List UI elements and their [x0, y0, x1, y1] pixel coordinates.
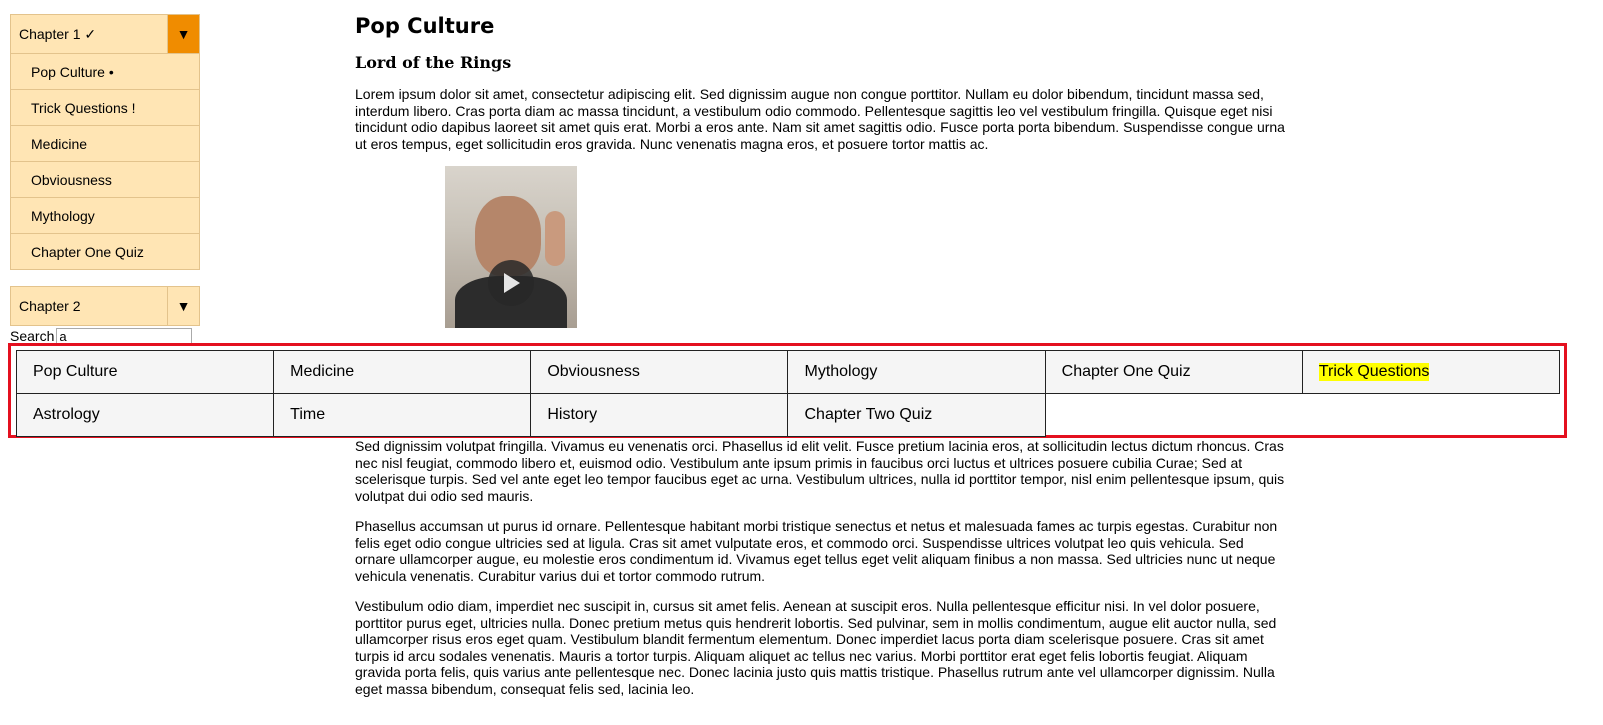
search-result-medicine[interactable]: Medicine — [273, 350, 532, 394]
chapter-1-title[interactable]: Chapter 1 ✓ — [10, 14, 168, 54]
play-button[interactable] — [488, 260, 534, 306]
chapter-2-title[interactable]: Chapter 2 — [10, 286, 168, 326]
chapter-2-toggle-button[interactable]: ▼ — [168, 286, 200, 326]
search-result-label: Obviousness — [547, 363, 640, 380]
search-result-history[interactable]: History — [530, 393, 789, 437]
sidebar-item-trick-questions[interactable]: Trick Questions ! — [10, 90, 200, 126]
search-result-label: Pop Culture — [33, 363, 118, 380]
sidebar-item-pop-culture[interactable]: Pop Culture • — [10, 54, 200, 90]
search-result-label: Mythology — [804, 363, 878, 380]
search-result-mythology[interactable]: Mythology — [787, 350, 1046, 394]
chapter-sidebar: Chapter 1 ✓ ▼ Pop Culture • Trick Questi… — [10, 14, 200, 345]
sidebar-item-mythology[interactable]: Mythology — [10, 198, 200, 234]
sidebar-item-chapter-one-quiz[interactable]: Chapter One Quiz — [10, 234, 200, 270]
paragraph: Vestibulum odio diam, imperdiet nec susc… — [355, 598, 1277, 697]
page: Chapter 1 ✓ ▼ Pop Culture • Trick Questi… — [0, 0, 1603, 725]
chapter-1-toggle-button[interactable]: ▼ — [168, 14, 200, 54]
search-result-trick-questions[interactable]: Trick Questions — [1301, 350, 1560, 394]
search-result-pop-culture[interactable]: Pop Culture — [16, 350, 275, 394]
chevron-down-icon: ▼ — [176, 26, 191, 42]
search-result-label: History — [547, 406, 598, 423]
section-title: Lord of the Rings — [355, 53, 512, 72]
paragraph: Phasellus accumsan ut purus id ornare. P… — [355, 518, 1278, 584]
video-thumbnail-hand — [545, 211, 565, 266]
search-result-label: Astrology — [33, 406, 100, 423]
sidebar-item-obviousness[interactable]: Obviousness — [10, 162, 200, 198]
search-input[interactable] — [56, 327, 193, 345]
search-result-label: Chapter One Quiz — [1061, 363, 1191, 380]
chapter-2-header: Chapter 2 ▼ — [10, 286, 200, 326]
search-result-obviousness[interactable]: Obviousness — [530, 350, 789, 394]
search-result-label: Medicine — [290, 363, 355, 380]
page-title: Pop Culture — [355, 14, 495, 38]
chevron-down-icon: ▼ — [176, 298, 191, 314]
search-result-label-highlighted: Trick Questions — [1318, 363, 1430, 381]
search-result-chapter-two-quiz[interactable]: Chapter Two Quiz — [787, 393, 1046, 437]
chapter-1-header: Chapter 1 ✓ ▼ — [10, 14, 200, 54]
search-result-astrology[interactable]: Astrology — [16, 393, 275, 437]
video-player[interactable] — [445, 166, 577, 328]
main-content: Pop Culture Lord of the Rings Lorem ipsu… — [355, 0, 1285, 328]
search-result-time[interactable]: Time — [273, 393, 532, 437]
paragraph: Sed dignissim volutpat fringilla. Vivamu… — [355, 438, 1285, 504]
paragraph: Lorem ipsum dolor sit amet, consectetur … — [355, 86, 1285, 152]
search-results-panel: Pop Culture Medicine Obviousness Mytholo… — [8, 343, 1567, 438]
search-results-grid: Pop Culture Medicine Obviousness Mytholo… — [16, 350, 1560, 437]
play-icon — [504, 273, 520, 293]
search-result-chapter-one-quiz[interactable]: Chapter One Quiz — [1044, 350, 1303, 394]
search-result-label: Chapter Two Quiz — [804, 406, 933, 423]
sidebar-item-medicine[interactable]: Medicine — [10, 126, 200, 162]
search-result-label: Time — [290, 406, 326, 423]
search-label: Search — [10, 328, 55, 344]
